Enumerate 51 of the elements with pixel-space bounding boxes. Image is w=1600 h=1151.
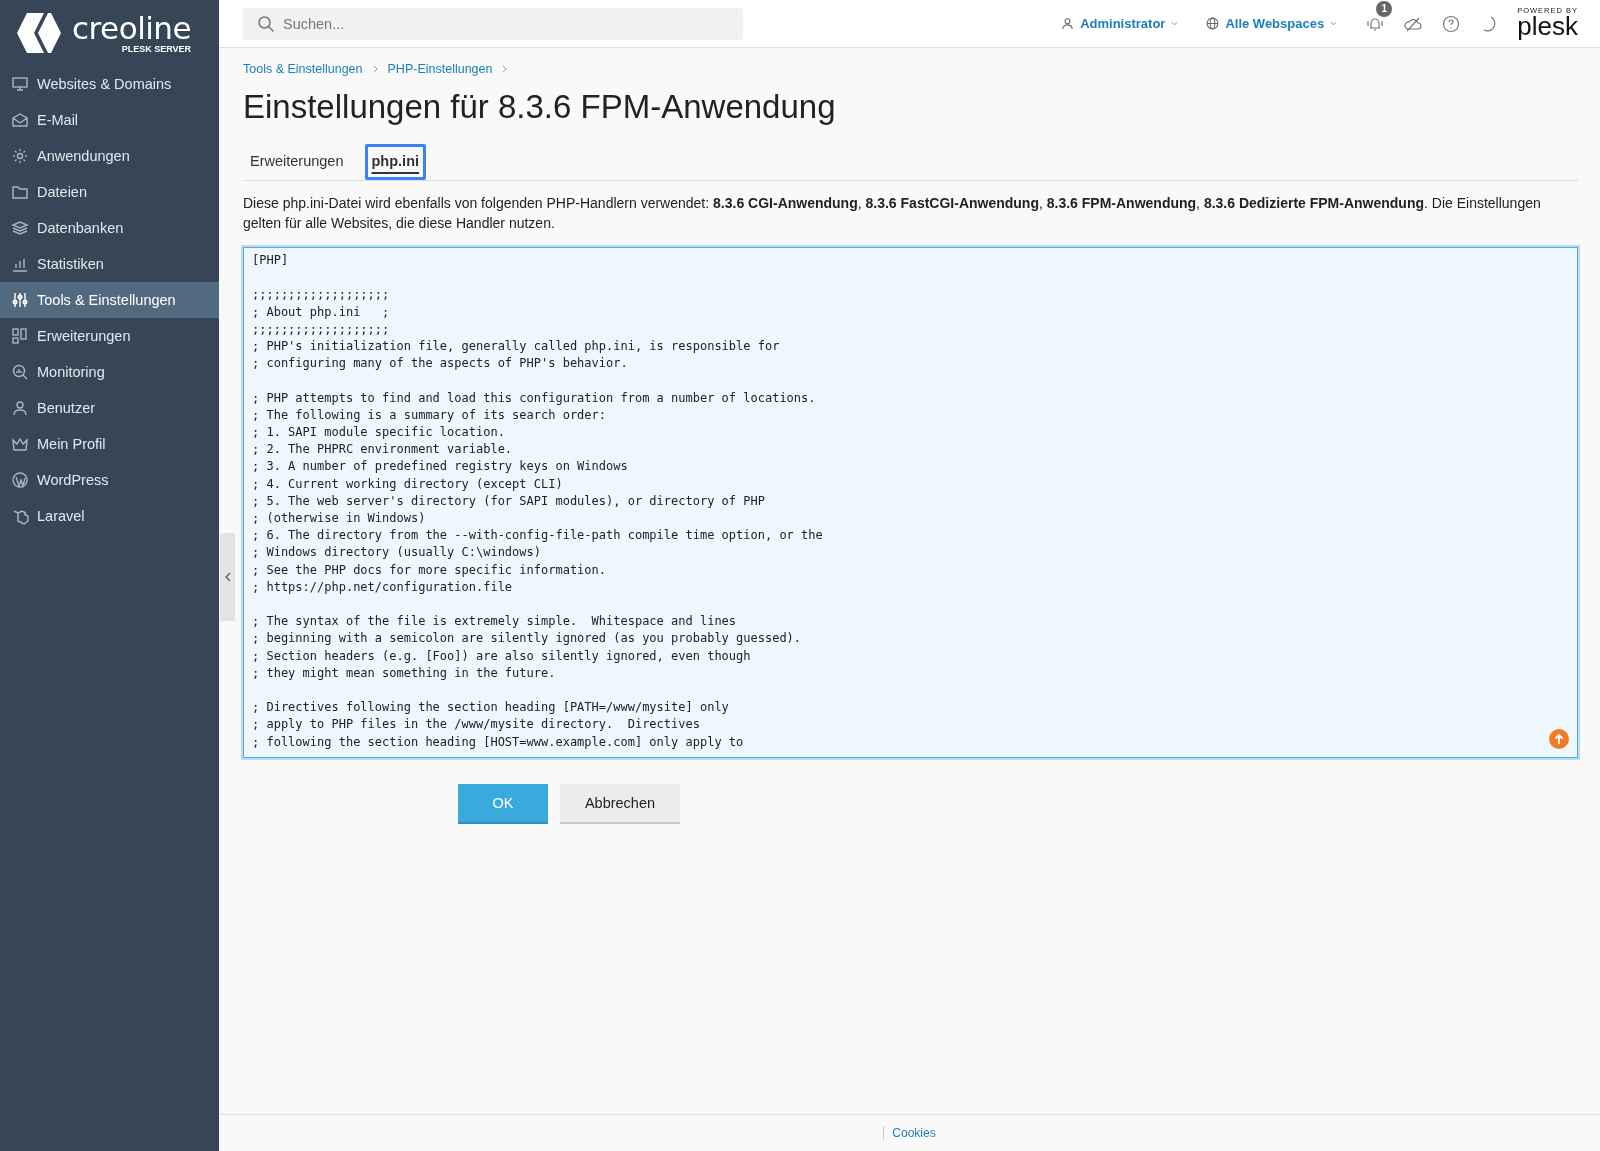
logo-subtitle: PLESK SERVER (121, 44, 192, 54)
breadcrumb-link[interactable]: Tools & Einstellungen (243, 62, 363, 76)
help-icon[interactable] (1441, 13, 1462, 34)
search-field[interactable]: Suchen... (243, 7, 743, 40)
description-text: Diese php.ini-Datei wird ebenfalls von folgenden PHP-Handlern verwendet: 8.3.6 CGI-Anwendung, 8.3.6 FastCGI-Anwendung, 8.3.6 FPM-Anwendung, 8.3.6 Dedizierte FPM-Anwendung. Die Einstellungen gelten für alle Websites, die diese Handler nutzen. (243, 194, 1542, 233)
notification-badge: 1 (1376, 0, 1393, 17)
mail-icon (11, 111, 29, 129)
sidebar-item[interactable]: WordPress (0, 462, 219, 498)
sidebar-item[interactable]: Erweiterungen (0, 318, 219, 354)
sidebar-item[interactable]: Laravel (0, 498, 219, 534)
cancel-button[interactable]: Abbrechen (560, 783, 680, 824)
sidebar-item[interactable]: Datenbanken (0, 210, 219, 246)
cookies-link[interactable]: Cookies (883, 1126, 936, 1140)
sidebar-item[interactable]: Tools & Einstellungen (0, 282, 219, 318)
logo-icon (14, 11, 64, 55)
wordpress-icon (11, 471, 29, 489)
layers-icon (11, 219, 29, 237)
chevron-left-icon (224, 572, 231, 582)
chevron-right-icon (372, 65, 378, 73)
caret-icon (1171, 21, 1179, 26)
code-editor[interactable]: [PHP] ;;;;;;;;;;;;;;;;;;; ; About php.ini ; ;;;;;;;;;;;;;;;;;;; ; PHP's initialization file, generally called php.ini, is responsible for ; configuring many of the aspects of PHP's behavior. ; PHP attempts to find and load this configuration from a number of locations. ; The following is a summary of its search order: ; 1. SAPI module specific location. ; 2. The PHPRC environment variable. ; 3. A number of predefined registry keys on Windows ; 4. Current working directory (except CLI) ; 5. The web server's directory (for SAPI modules), or directory of PHP ; (otherwise in Windows) ; 6. The directory from the --with-config-file-path compile time option, or the ; Windows directory (usually C:\windows) ; See the PHP docs for more specific information. ; https://php.net/configuration.file ; The syntax of the file is extremely simple. Whitespace and lines ; beginning with a semicolon are silently ignored (as you probably guessed). ; Section headers (e.g. [Foo]) are also silently ignored, even though ; they might mean something in the future. ; Directives following the section heading [PATH=/www/mysite] only ; apply to PHP files in the /www/mysite directory. Directives ; following the section heading [HOST=www.example.com] only apply to (243, 247, 1578, 758)
sidebar-item[interactable]: Benutzer (0, 390, 219, 426)
gear-icon (11, 147, 29, 165)
sliders-icon (11, 291, 29, 309)
sidebar-item[interactable]: Mein Profil (0, 426, 219, 462)
webspace-menu[interactable]: Alle Webspaces (1206, 16, 1338, 31)
sidebar-item[interactable]: Anwendungen (0, 138, 219, 174)
chevron-right-icon (502, 65, 508, 73)
user-menu[interactable]: Administrator (1061, 16, 1179, 31)
blocks-icon (11, 327, 29, 345)
sidebar-item[interactable]: Dateien (0, 174, 219, 210)
sidebar-item[interactable]: Websites & Domains (0, 66, 219, 102)
sidebar-item[interactable]: Statistiken (0, 246, 219, 282)
breadcrumb-link[interactable]: PHP-Einstellungen (387, 62, 493, 76)
sidebar-item[interactable]: E-Mail (0, 102, 219, 138)
monitor-icon (11, 75, 29, 93)
arrow-up-icon[interactable] (1549, 728, 1569, 749)
user-icon (1061, 17, 1075, 30)
globe-icon (1206, 17, 1220, 30)
tab[interactable]: Erweiterungen (243, 144, 351, 180)
collapse-handle[interactable] (220, 533, 235, 621)
logo-name: creoline (72, 12, 192, 44)
crown-icon (11, 435, 29, 453)
monitoring-icon (11, 363, 29, 381)
page-title: Einstellungen für 8.3.6 FPM-Anwendung (243, 88, 837, 126)
sidebar-item[interactable]: Monitoring (0, 354, 219, 390)
folder-icon (11, 183, 29, 201)
plesk-logo: plesk (1517, 14, 1578, 41)
user-icon (11, 399, 29, 417)
caret-icon (1330, 21, 1338, 26)
tab[interactable]: php.ini (364, 144, 426, 180)
